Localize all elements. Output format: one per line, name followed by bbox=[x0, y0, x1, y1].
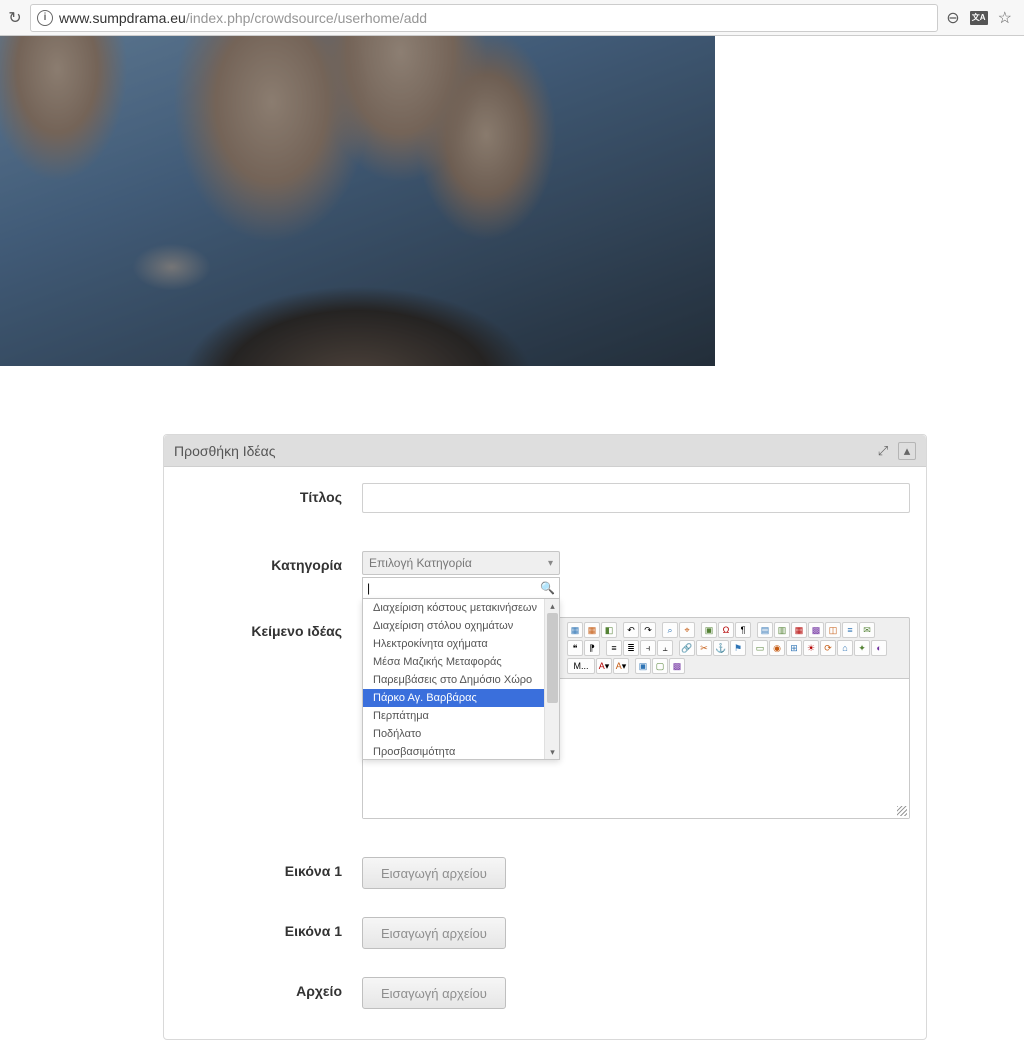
tb-btn[interactable]: Ω bbox=[718, 622, 734, 638]
file-button-image1[interactable]: Εισαγωγή αρχείου bbox=[362, 857, 506, 889]
label-image2: Εικόνα 1 bbox=[174, 917, 362, 939]
tb-mode[interactable]: M... bbox=[567, 658, 595, 674]
tb-btn[interactable]: ▣ bbox=[635, 658, 651, 674]
label-file: Αρχείο bbox=[174, 977, 362, 999]
tb-btn[interactable]: ◫ bbox=[825, 622, 841, 638]
combo-option[interactable]: Ποδήλατο bbox=[363, 725, 559, 743]
tb-btn[interactable]: ⌂ bbox=[837, 640, 853, 656]
tb-btn[interactable]: ☀ bbox=[803, 640, 819, 656]
tb-btn[interactable]: ❝ bbox=[567, 640, 583, 656]
tb-btn[interactable]: ≡ bbox=[606, 640, 622, 656]
tb-btn[interactable]: ▥ bbox=[774, 622, 790, 638]
combo-option[interactable]: Περπάτημα bbox=[363, 707, 559, 725]
combo-display[interactable]: Επιλογή Κατηγορία ▾ bbox=[362, 551, 560, 575]
panel-title: Προσθήκη Ιδέας bbox=[174, 443, 276, 459]
panel-header: Προσθήκη Ιδέας ⤢ ▴ bbox=[164, 435, 926, 467]
tb-btn[interactable]: ↷ bbox=[640, 622, 656, 638]
chevron-down-icon: ▾ bbox=[548, 558, 553, 569]
combo-option[interactable]: Ηλεκτροκίνητα οχήματα bbox=[363, 635, 559, 653]
title-input[interactable] bbox=[362, 483, 910, 513]
browser-address-bar: ↻ i www.sumpdrama.eu/index.php/crowdsour… bbox=[0, 0, 1024, 36]
tb-btn[interactable]: A▾ bbox=[596, 658, 612, 674]
combo-option[interactable]: Πάρκο Αγ. Βαρβάρας bbox=[363, 689, 559, 707]
scroll-down-icon[interactable]: ▾ bbox=[545, 745, 559, 759]
tb-btn[interactable]: ✦ bbox=[854, 640, 870, 656]
combo-option[interactable]: Παρεμβάσεις στο Δημόσιο Χώρο bbox=[363, 671, 559, 689]
collapse-icon[interactable]: ▴ bbox=[898, 442, 916, 460]
tb-btn[interactable]: ⫞ bbox=[640, 640, 656, 656]
tb-btn[interactable]: ▤ bbox=[757, 622, 773, 638]
tb-btn[interactable]: ⊞ bbox=[786, 640, 802, 656]
tb-btn[interactable]: ⚑ bbox=[730, 640, 746, 656]
tb-btn[interactable]: ≣ bbox=[623, 640, 639, 656]
star-icon[interactable]: ☆ bbox=[998, 8, 1012, 28]
combo-dropdown: Διαχείριση κόστους μετακινήσεωνΔιαχείρισ… bbox=[362, 599, 560, 760]
tb-btn[interactable]: ✉ bbox=[859, 622, 875, 638]
label-category: Κατηγορία bbox=[174, 551, 362, 573]
tb-btn[interactable]: ▭ bbox=[752, 640, 768, 656]
tb-btn[interactable]: ▦ bbox=[584, 622, 600, 638]
tb-btn[interactable]: ▣ bbox=[701, 622, 717, 638]
combo-option[interactable]: Προσβασιμότητα bbox=[363, 743, 559, 759]
label-body: Κείμενο ιδέας bbox=[174, 617, 362, 639]
tb-btn[interactable]: ⚓ bbox=[713, 640, 729, 656]
scroll-thumb[interactable] bbox=[547, 613, 558, 703]
tb-btn[interactable]: ⁋ bbox=[584, 640, 600, 656]
tb-btn[interactable]: ⌕ bbox=[662, 622, 678, 638]
tb-btn[interactable]: ▩ bbox=[808, 622, 824, 638]
resize-handle[interactable] bbox=[897, 806, 907, 816]
file-button-image2[interactable]: Εισαγωγή αρχείου bbox=[362, 917, 506, 949]
combo-option[interactable]: Διαχείριση στόλου οχημάτων bbox=[363, 617, 559, 635]
tb-btn[interactable]: ◉ bbox=[769, 640, 785, 656]
tb-btn[interactable]: ¶ bbox=[735, 622, 751, 638]
tb-btn[interactable]: ◐ bbox=[871, 640, 887, 656]
reload-icon[interactable]: ↻ bbox=[6, 9, 24, 27]
file-button-archive[interactable]: Εισαγωγή αρχείου bbox=[362, 977, 506, 1009]
translate-icon[interactable]: 文A bbox=[970, 11, 988, 25]
tb-btn[interactable]: ✂ bbox=[696, 640, 712, 656]
category-combobox[interactable]: Επιλογή Κατηγορία ▾ 🔍 Διαχείριση κόστους… bbox=[362, 551, 560, 599]
tb-btn[interactable]: A▾ bbox=[613, 658, 629, 674]
label-title: Τίτλος bbox=[174, 483, 362, 505]
expand-icon[interactable]: ⤢ bbox=[874, 442, 892, 460]
search-icon: 🔍 bbox=[540, 581, 555, 595]
tb-btn[interactable]: ⟳ bbox=[820, 640, 836, 656]
combo-option[interactable]: Διαχείριση κόστους μετακινήσεων bbox=[363, 599, 559, 617]
zoom-icon[interactable]: ⊖ bbox=[946, 8, 959, 28]
add-idea-panel: Προσθήκη Ιδέας ⤢ ▴ Τίτλος Κατηγορία Επιλ… bbox=[163, 434, 927, 1040]
tb-btn[interactable]: ≡ bbox=[842, 622, 858, 638]
tb-btn[interactable]: ⫠ bbox=[657, 640, 673, 656]
tb-btn[interactable]: ⌖ bbox=[679, 622, 695, 638]
combo-option[interactable]: Μέσα Μαζικής Μεταφοράς bbox=[363, 653, 559, 671]
tb-btn[interactable]: 🔗 bbox=[679, 640, 695, 656]
url-box[interactable]: i www.sumpdrama.eu/index.php/crowdsource… bbox=[30, 4, 938, 32]
label-image1: Εικόνα 1 bbox=[174, 857, 362, 879]
tb-btn[interactable]: ↶ bbox=[623, 622, 639, 638]
tb-btn[interactable]: ◧ bbox=[601, 622, 617, 638]
combo-search-input[interactable] bbox=[367, 581, 540, 595]
scrollbar[interactable]: ▴ ▾ bbox=[544, 599, 559, 759]
tb-btn[interactable]: ▦ bbox=[791, 622, 807, 638]
tb-btn[interactable]: ▩ bbox=[669, 658, 685, 674]
tb-btn[interactable]: ▦ bbox=[567, 622, 583, 638]
combo-search[interactable]: 🔍 bbox=[362, 577, 560, 599]
url-text: www.sumpdrama.eu/index.php/crowdsource/u… bbox=[59, 10, 427, 26]
hero-image bbox=[0, 36, 715, 366]
scroll-up-icon[interactable]: ▴ bbox=[545, 599, 559, 613]
site-info-icon[interactable]: i bbox=[37, 10, 53, 26]
tb-btn[interactable]: ▢ bbox=[652, 658, 668, 674]
